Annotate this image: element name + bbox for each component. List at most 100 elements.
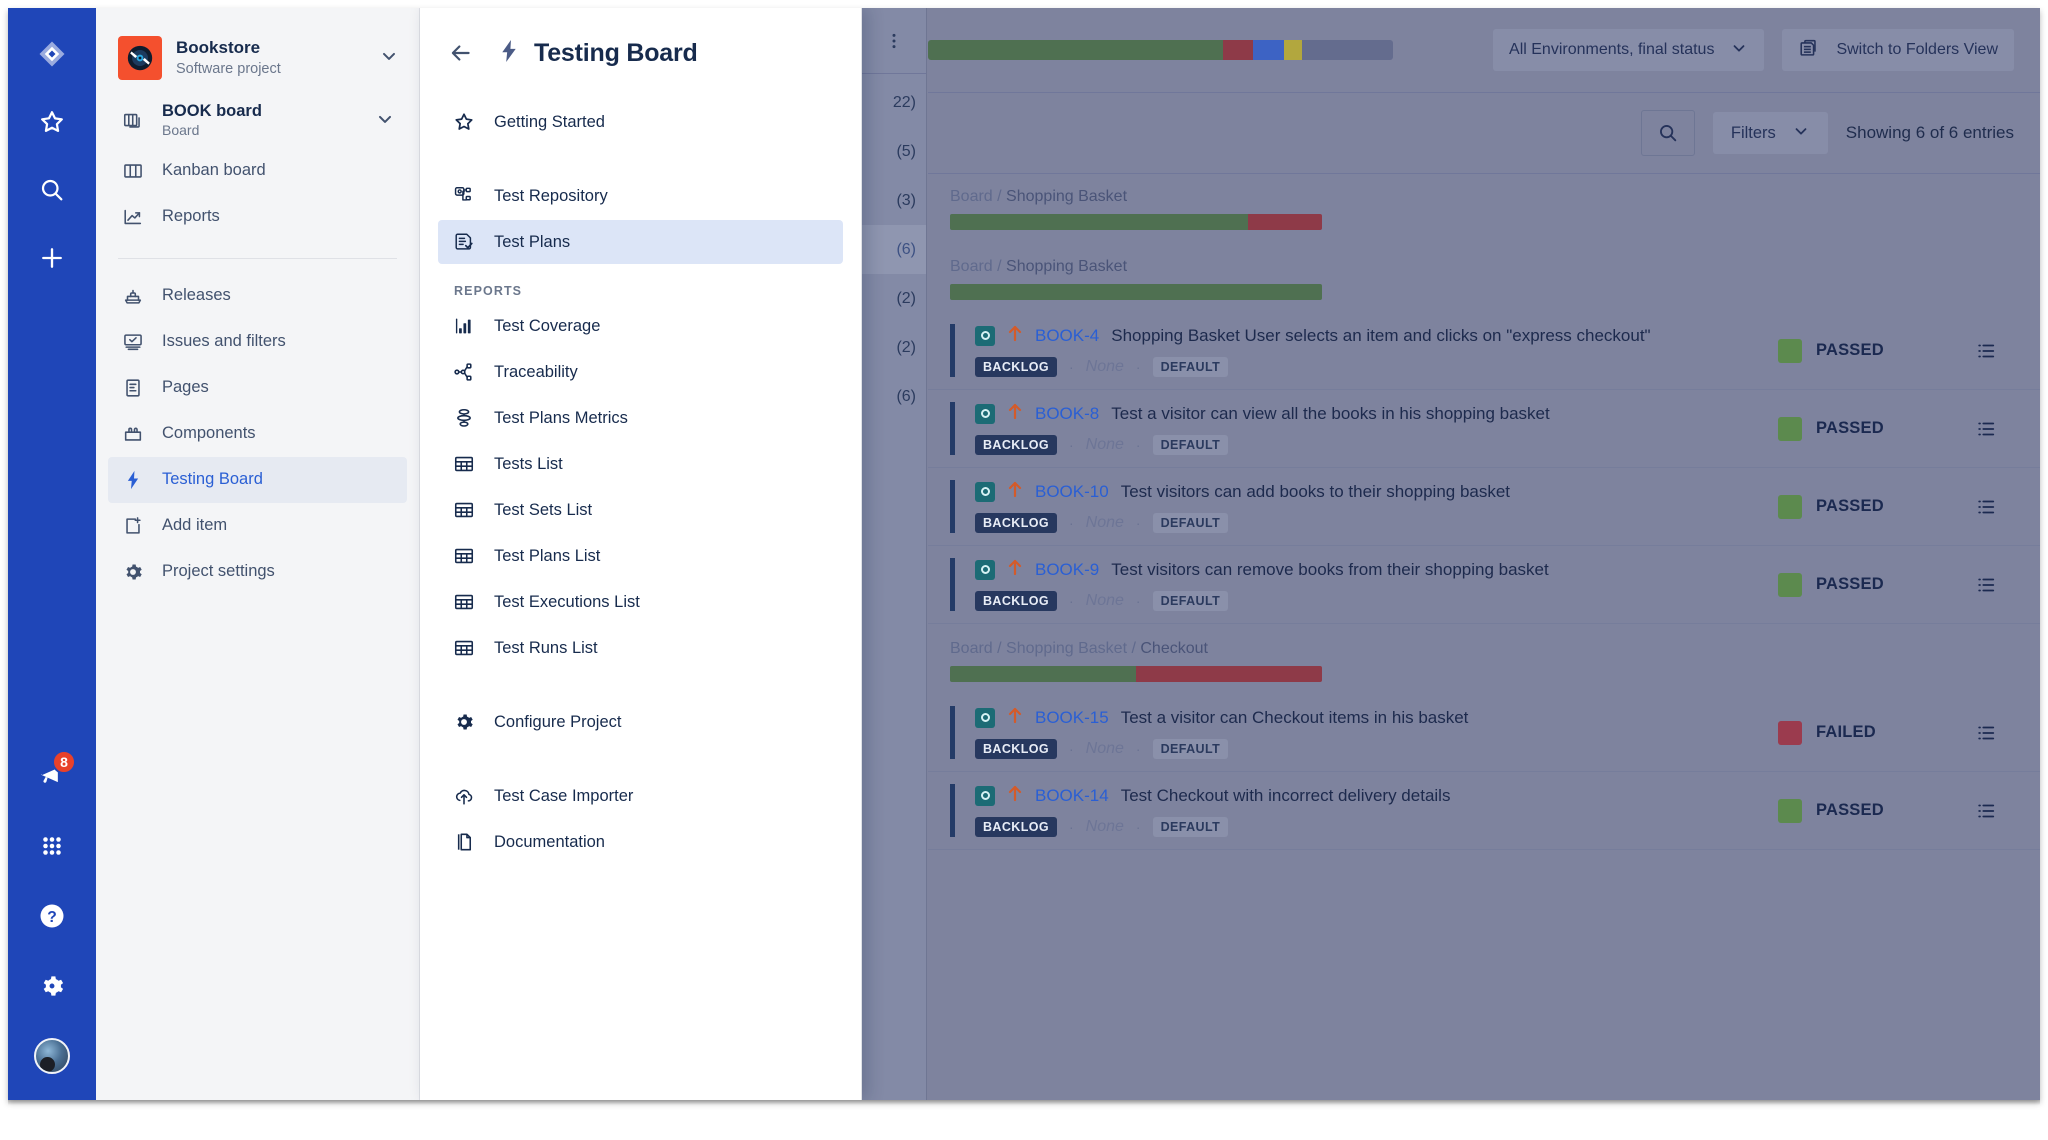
environment-select[interactable]: All Environments, final status [1493,29,1765,71]
issue-summary: Test visitors can remove books from thei… [1111,559,1549,579]
filters-dropdown[interactable]: Filters [1712,112,1828,154]
breadcrumb-part[interactable]: Shopping Basket [1006,258,1127,275]
more-vertical-icon[interactable] [862,8,926,74]
panel-item-test-plans-metrics[interactable]: Test Plans Metrics [438,396,843,440]
releases-ship-icon [120,285,146,307]
separator-dot: · [1069,741,1074,757]
window-shadow [8,1100,2040,1105]
folder-count[interactable]: (6) [862,372,926,421]
table-row[interactable]: BOOK-10 Test visitors can add books to t… [928,468,2040,546]
jira-logo-icon[interactable] [30,32,74,76]
test-runs-list-icon[interactable] [1958,800,2014,822]
status-label: PASSED [1816,801,1884,819]
folder-count[interactable]: (5) [862,127,926,176]
test-runs-list-icon[interactable] [1958,340,2014,362]
separator-dot: · [1069,593,1074,609]
assignee-label: None [1085,592,1124,609]
sidebar-item-components[interactable]: Components [108,411,407,457]
folder-count-selected[interactable]: (6) [862,225,926,274]
panel-item-traceability[interactable]: Traceability [438,350,843,394]
panel-item-test-plans[interactable]: Test Plans [438,220,843,264]
avatar-image [34,1038,70,1074]
row-accent-bar [950,324,955,377]
issue-key-link[interactable]: BOOK-8 [1035,404,1099,424]
sidebar-item-kanban-board[interactable]: Kanban board [108,148,407,194]
sidebar-item-book-board[interactable]: BOOK board Board [108,94,407,148]
breadcrumb-part[interactable]: Shopping Basket [1006,640,1127,657]
separator-dot: · [1069,515,1074,531]
chevron-down-icon [1730,39,1748,62]
issue-summary: Test Checkout with incorrect delivery de… [1120,785,1451,805]
chevron-down-icon[interactable] [375,109,395,134]
panel-item-test-executions-list[interactable]: Test Executions List [438,580,843,624]
help-icon[interactable]: ? [30,894,74,938]
issue-key-link[interactable]: BOOK-14 [1035,786,1109,806]
sidebar-item-releases[interactable]: Releases [108,273,407,319]
issue-key-link[interactable]: BOOK-9 [1035,560,1099,580]
panel-item-configure-project[interactable]: Configure Project [438,700,843,744]
row-primary-line: BOOK-15 Test a visitor can Checkout item… [975,706,1778,729]
table-row[interactable]: BOOK-14 Test Checkout with incorrect del… [928,772,2040,850]
panel-item-test-sets-list[interactable]: Test Sets List [438,488,843,532]
folder-count[interactable]: 22) [862,78,926,127]
panel-item-test-plans-list[interactable]: Test Plans List [438,534,843,578]
test-runs-list-icon[interactable] [1958,496,2014,518]
table-row[interactable]: BOOK-4 Shopping Basket User selects an i… [928,312,2040,390]
test-runs-list-icon[interactable] [1958,722,2014,744]
breadcrumb-part[interactable]: Checkout [1140,640,1208,657]
announcements-icon[interactable]: 8 [30,750,76,798]
issue-key-link[interactable]: BOOK-15 [1035,708,1109,728]
folder-count[interactable]: (2) [862,323,926,372]
sidebar-item-reports[interactable]: Reports [108,194,407,240]
sidebar-item-project-settings[interactable]: Project settings [108,549,407,595]
panel-item-label: Test Executions List [494,592,640,611]
status-color-chip [1778,416,1802,441]
folder-count[interactable]: (2) [862,274,926,323]
table-grid-icon [452,499,476,521]
row-content: BOOK-9 Test visitors can remove books fr… [975,558,1778,611]
issue-key-link[interactable]: BOOK-10 [1035,482,1109,502]
switch-to-folders-view-button[interactable]: Switch to Folders View [1782,29,2014,71]
panel-item-test-case-importer[interactable]: Test Case Importer [438,774,843,818]
issue-key-link[interactable]: BOOK-4 [1035,326,1099,346]
arrow-left-icon[interactable] [444,36,478,70]
sidebar-item-label: Releases [162,286,231,305]
test-runs-list-icon[interactable] [1958,418,2014,440]
test-issue-icon [975,325,995,346]
sidebar-item-add-item[interactable]: Add item [108,503,407,549]
panel-item-documentation[interactable]: Documentation [438,820,843,864]
search-icon[interactable] [30,168,74,212]
row-secondary-line: BACKLOG · None · DEFAULT [975,435,1778,455]
panel-item-test-coverage[interactable]: Test Coverage [438,304,843,348]
status-color-chip [1778,720,1802,745]
sidebar-item-issues-and-filters[interactable]: Issues and filters [108,319,407,365]
row-secondary-line: BACKLOG · None · DEFAULT [975,817,1778,837]
search-input[interactable] [1640,110,1695,156]
status-label: PASSED [1816,341,1884,359]
breadcrumb-part[interactable]: Board [950,188,993,205]
breadcrumb-part[interactable]: Board [950,258,993,275]
panel-item-tests-list[interactable]: Tests List [438,442,843,486]
table-row[interactable]: BOOK-9 Test visitors can remove books fr… [928,546,2040,624]
starred-icon[interactable] [30,100,74,144]
status-color-chip [1778,494,1802,519]
apps-grid-icon[interactable] [30,824,74,868]
breadcrumb-part[interactable]: Board [950,640,993,657]
star-outline-icon [452,111,476,133]
panel-item-getting-started[interactable]: Getting Started [438,100,843,144]
panel-item-test-runs-list[interactable]: Test Runs List [438,626,843,670]
panel-item-test-repository[interactable]: Test Repository [438,174,843,218]
folder-count[interactable]: (3) [862,176,926,225]
table-row[interactable]: BOOK-8 Test a visitor can view all the b… [928,390,2040,468]
breadcrumb-part[interactable]: Shopping Basket [1006,188,1127,205]
avatar[interactable] [30,1034,74,1078]
create-icon[interactable] [30,236,74,280]
separator-dot: · [1135,515,1141,531]
table-row[interactable]: BOOK-15 Test a visitor can Checkout item… [928,694,2040,772]
sidebar-item-testing-board[interactable]: Testing Board [108,457,407,503]
sidebar-item-pages[interactable]: Pages [108,365,407,411]
project-header[interactable]: Bookstore Software project [96,8,419,80]
test-runs-list-icon[interactable] [1958,574,2014,596]
chevron-down-icon[interactable] [379,46,399,71]
settings-gear-icon[interactable] [30,964,74,1008]
